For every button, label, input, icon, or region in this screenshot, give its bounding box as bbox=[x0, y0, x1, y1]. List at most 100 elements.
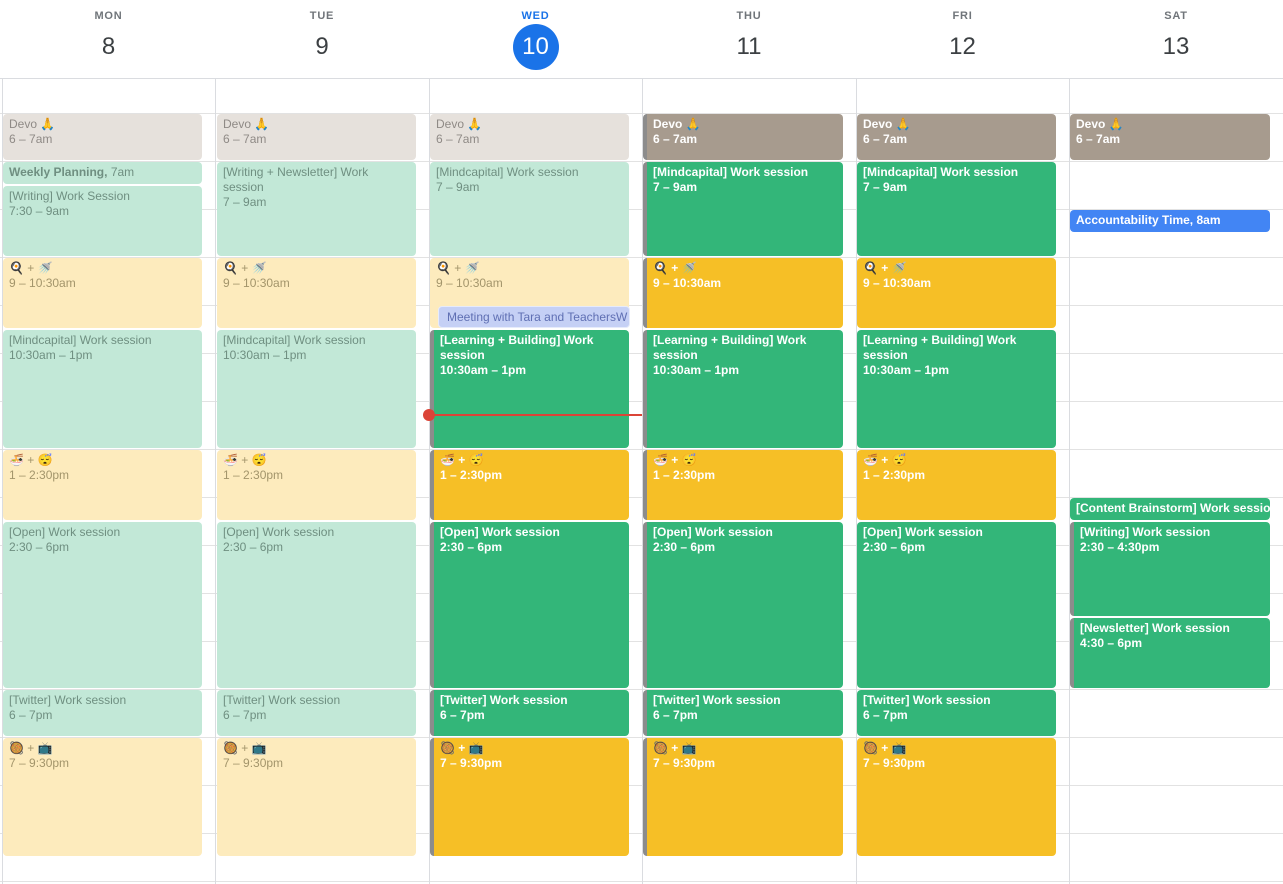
calendar-event[interactable]: 🥘 + 📺 7 – 9:30pm bbox=[217, 738, 416, 856]
day-number[interactable]: 9 bbox=[299, 24, 345, 70]
event-title: 🍳 + 🚿 bbox=[653, 261, 697, 275]
calendar-event[interactable]: [Mindcapital] Work session 10:30am – 1pm bbox=[217, 330, 416, 448]
event-time: 6 – 7am bbox=[223, 132, 267, 146]
calendar-event[interactable]: [Mindcapital] Work session 7 – 9am bbox=[857, 162, 1056, 256]
event-title: [Mindcapital] Work session bbox=[223, 333, 366, 347]
event-title: 🍜 + 😴 bbox=[440, 453, 484, 467]
event-title: [Writing] Work session bbox=[1080, 525, 1211, 539]
event-title: 🍜 + 😴 bbox=[653, 453, 697, 467]
event-title: [Twitter] Work session bbox=[863, 693, 991, 707]
event-title: 🍳 + 🚿 bbox=[9, 261, 53, 275]
event-title: 🥘 + 📺 bbox=[653, 741, 697, 755]
day-number[interactable]: 13 bbox=[1153, 24, 1199, 70]
event-title: [Mindcapital] Work session bbox=[9, 333, 152, 347]
event-time: 2:30 – 6pm bbox=[653, 540, 716, 554]
calendar-event[interactable]: [Open] Work session 2:30 – 6pm bbox=[217, 522, 416, 688]
event-time: 6 – 7pm bbox=[653, 708, 698, 722]
day-header-wed[interactable]: WED 10 bbox=[429, 0, 642, 78]
event-time: 7 – 9am bbox=[863, 180, 908, 194]
calendar-event[interactable]: [Mindcapital] Work session 7 – 9am bbox=[643, 162, 843, 256]
calendar-event[interactable]: [Open] Work session 2:30 – 6pm bbox=[643, 522, 843, 688]
calendar-event[interactable]: 🍜 + 😴 1 – 2:30pm bbox=[3, 450, 202, 520]
event-time: 7:30 – 9am bbox=[9, 204, 70, 218]
event-time: 9 – 10:30am bbox=[653, 276, 722, 290]
event-title: 🍜 + 😴 bbox=[863, 453, 907, 467]
calendar-event[interactable]: [Writing] Work Session 7:30 – 9am bbox=[3, 186, 202, 256]
day-number-today[interactable]: 10 bbox=[512, 24, 559, 70]
day-header-mon[interactable]: MON 8 bbox=[2, 0, 215, 78]
calendar-event[interactable]: Devo 🙏 6 – 7am bbox=[857, 114, 1056, 160]
event-title: [Mindcapital] Work session bbox=[436, 165, 579, 179]
day-name: THU bbox=[736, 10, 762, 22]
day-header-tue[interactable]: TUE 9 bbox=[215, 0, 429, 78]
event-time: 6 – 7am bbox=[436, 132, 480, 146]
calendar-event[interactable]: [Open] Work session 2:30 – 6pm bbox=[3, 522, 202, 688]
event-time: 2:30 – 6pm bbox=[9, 540, 70, 554]
event-time: 6 – 7pm bbox=[9, 708, 53, 722]
calendar-event[interactable]: 🥘 + 📺 7 – 9:30pm bbox=[643, 738, 843, 856]
event-time: 2:30 – 6pm bbox=[863, 540, 926, 554]
day-number[interactable]: 12 bbox=[940, 24, 986, 70]
calendar-event[interactable]: [Content Brainstorm] Work session, bbox=[1070, 498, 1270, 520]
day-header-thu[interactable]: THU 11 bbox=[642, 0, 856, 78]
calendar-event[interactable]: [Twitter] Work session 6 – 7pm bbox=[217, 690, 416, 736]
calendar-event[interactable]: [Learning + Building] Work session 10:30a… bbox=[430, 330, 629, 448]
event-title: Devo 🙏 bbox=[653, 117, 701, 131]
calendar-event[interactable]: [Mindcapital] Work session 10:30am – 1pm bbox=[3, 330, 202, 448]
day-number[interactable]: 8 bbox=[86, 24, 132, 70]
event-time: 6 – 7pm bbox=[863, 708, 908, 722]
calendar-event[interactable]: [Learning + Building] Work session 10:30a… bbox=[857, 330, 1056, 448]
calendar-event[interactable]: 🍜 + 😴 1 – 2:30pm bbox=[430, 450, 629, 520]
event-title: [Mindcapital] Work session bbox=[863, 165, 1019, 179]
calendar-event[interactable]: 🍳 + 🚿 9 – 10:30am bbox=[857, 258, 1056, 328]
calendar-event[interactable]: [Writing + Newsletter] Work session 7 – 9… bbox=[217, 162, 416, 256]
calendar-event[interactable]: Accountability Time, 8am bbox=[1070, 210, 1270, 232]
event-title: [Learning + Building] Work session bbox=[440, 333, 594, 362]
calendar-event[interactable]: Devo 🙏 6 – 7am bbox=[1070, 114, 1270, 160]
day-number[interactable]: 11 bbox=[726, 24, 772, 70]
event-title: [Open] Work session bbox=[9, 525, 121, 539]
calendar-event[interactable]: Devo 🙏 6 – 7am bbox=[643, 114, 843, 160]
calendar-event[interactable]: [Twitter] Work session 6 – 7pm bbox=[857, 690, 1056, 736]
event-title: 🍳 + 🚿 bbox=[863, 261, 907, 275]
calendar-event[interactable]: [Open] Work session 2:30 – 6pm bbox=[857, 522, 1056, 688]
event-time: 10:30am – 1pm bbox=[9, 348, 93, 362]
calendar-event[interactable]: 🍜 + 😴 1 – 2:30pm bbox=[217, 450, 416, 520]
calendar-event[interactable]: [Writing] Work session 2:30 – 4:30pm bbox=[1070, 522, 1270, 616]
calendar-event[interactable]: 🍜 + 😴 1 – 2:30pm bbox=[643, 450, 843, 520]
calendar-event[interactable]: Devo 🙏 6 – 7am bbox=[430, 114, 629, 160]
calendar-event[interactable]: [Twitter] Work session 6 – 7pm bbox=[643, 690, 843, 736]
event-time: 7 – 9am bbox=[653, 180, 698, 194]
event-title: [Newsletter] Work session bbox=[1080, 621, 1230, 635]
event-time: 7 – 9:30pm bbox=[223, 756, 284, 770]
meeting-event[interactable]: Meeting with Tara and TeachersW bbox=[438, 306, 630, 328]
event-title: Devo 🙏 bbox=[1076, 117, 1124, 131]
calendar-event[interactable]: 🍜 + 😴 1 – 2:30pm bbox=[857, 450, 1056, 520]
current-time-line bbox=[429, 414, 642, 416]
calendar-event[interactable]: [Learning + Building] Work session 10:30a… bbox=[643, 330, 843, 448]
event-time: 6 – 7pm bbox=[223, 708, 267, 722]
calendar-event[interactable]: 🍳 + 🚿 9 – 10:30am bbox=[3, 258, 202, 328]
calendar-event[interactable]: [Twitter] Work session 6 – 7pm bbox=[430, 690, 629, 736]
calendar-event[interactable]: 🥘 + 📺 7 – 9:30pm bbox=[857, 738, 1056, 856]
day-header-sat[interactable]: SAT 13 bbox=[1069, 0, 1283, 78]
calendar-event[interactable]: Devo 🙏 6 – 7am bbox=[217, 114, 416, 160]
calendar-event[interactable]: 🥘 + 📺 7 – 9:30pm bbox=[3, 738, 202, 856]
event-time: 7am bbox=[110, 165, 135, 179]
calendar-event[interactable]: Devo 🙏 6 – 7am bbox=[3, 114, 202, 160]
calendar-event[interactable]: [Twitter] Work session 6 – 7pm bbox=[3, 690, 202, 736]
event-time: 7 – 9am bbox=[436, 180, 480, 194]
calendar-event[interactable]: [Open] Work session 2:30 – 6pm bbox=[430, 522, 629, 688]
calendar-event[interactable]: [Newsletter] Work session 4:30 – 6pm bbox=[1070, 618, 1270, 688]
day-name: FRI bbox=[952, 10, 973, 22]
event-time: 10:30am – 1pm bbox=[440, 363, 527, 377]
calendar-event[interactable]: 🥘 + 📺 7 – 9:30pm bbox=[430, 738, 629, 856]
day-name: SAT bbox=[1164, 10, 1188, 22]
day-header-fri[interactable]: FRI 12 bbox=[856, 0, 1069, 78]
calendar-event[interactable]: 🍳 + 🚿 9 – 10:30am bbox=[643, 258, 843, 328]
event-title: Meeting with Tara and TeachersW bbox=[447, 310, 628, 324]
calendar-event[interactable]: Weekly Planning, 7am bbox=[3, 162, 202, 184]
event-title: 🍜 + 😴 bbox=[9, 453, 53, 467]
calendar-event[interactable]: [Mindcapital] Work session 7 – 9am bbox=[430, 162, 629, 256]
calendar-event[interactable]: 🍳 + 🚿 9 – 10:30am bbox=[217, 258, 416, 328]
